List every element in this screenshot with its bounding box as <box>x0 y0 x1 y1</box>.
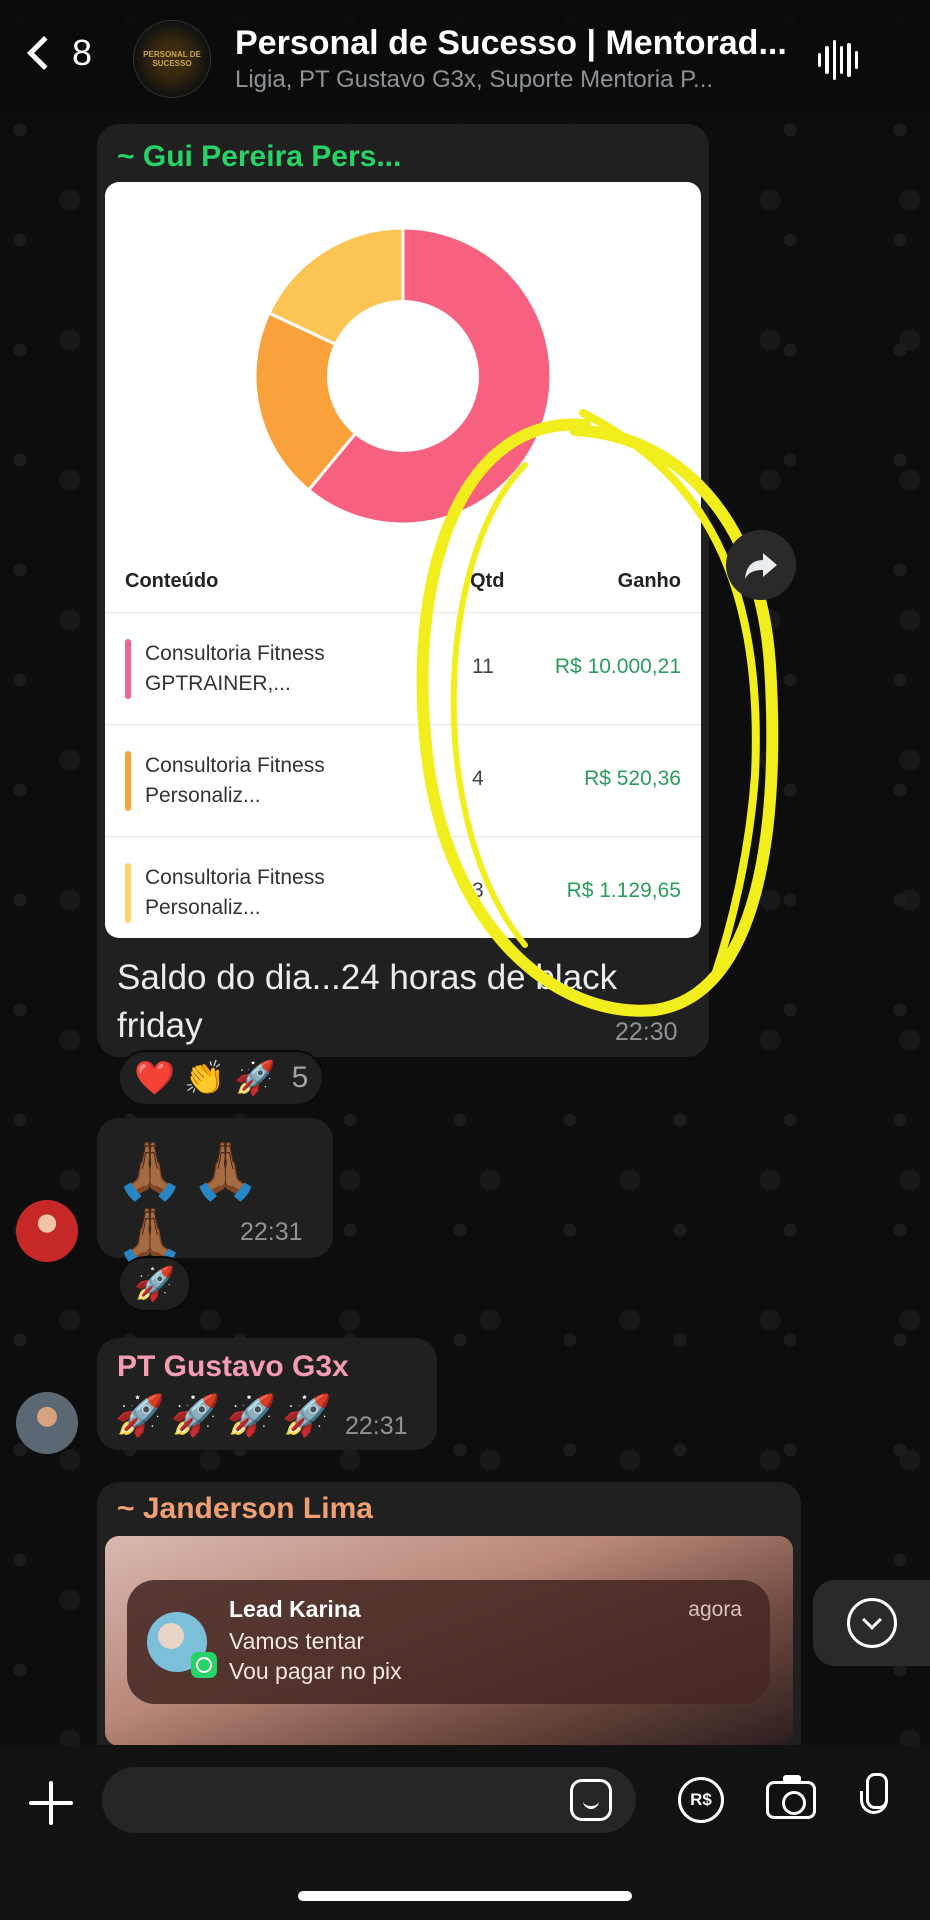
message-bubble[interactable]: 🙏🏾🙏🏾🙏🏾 22:31 <box>97 1118 333 1268</box>
row-color-marker <box>125 751 131 811</box>
group-avatar-logo: PERSONAL DE SUCESSO <box>143 50 201 68</box>
row-color-marker <box>125 639 131 699</box>
camera-icon[interactable] <box>766 1775 816 1819</box>
scroll-to-bottom-button[interactable] <box>813 1580 930 1666</box>
sender-name[interactable]: PT Gustavo G3x <box>117 1350 349 1384</box>
reaction-emojis: ❤️ 👏 🚀 <box>134 1058 276 1096</box>
sender-name[interactable]: ~ Janderson Lima <box>117 1492 373 1526</box>
home-indicator <box>298 1891 632 1901</box>
message-reactions[interactable]: 🚀 <box>118 1256 192 1312</box>
whatsapp-icon <box>191 1652 217 1678</box>
chevron-left-icon <box>27 36 61 70</box>
message-bubble[interactable]: PT Gustavo G3x 🚀🚀🚀🚀 22:31 <box>97 1338 437 1450</box>
reaction-emojis: 🚀 <box>134 1264 176 1302</box>
group-members[interactable]: Ligia, PT Gustavo G3x, Suporte Mentoria … <box>235 66 780 94</box>
avatar[interactable] <box>16 1392 78 1454</box>
row-content: Consultoria Fitness GPTRAINER,... <box>145 642 325 695</box>
message-emoji: 🙏🏾🙏🏾🙏🏾 <box>115 1139 267 1268</box>
notification-line: Vou pagar no pix <box>229 1658 402 1684</box>
group-title[interactable]: Personal de Sucesso | Mentorad... <box>235 24 805 63</box>
voice-chat-icon[interactable] <box>818 38 858 82</box>
forward-icon <box>745 553 777 579</box>
row-color-marker <box>125 863 131 923</box>
notification-title: Lead Karina <box>229 1596 361 1622</box>
forward-button[interactable] <box>726 530 796 600</box>
message-reactions[interactable]: ❤️ 👏 🚀 5 <box>118 1050 325 1106</box>
message-emoji: 🚀🚀🚀🚀 <box>115 1394 339 1438</box>
sticker-icon[interactable] <box>570 1779 612 1821</box>
message-time: 22:31 <box>240 1218 303 1246</box>
row-content: Consultoria Fitness Personaliz... <box>145 866 325 919</box>
notification-line: Vamos tentar <box>229 1628 365 1654</box>
unread-count: 8 <box>72 32 93 73</box>
message-time: 22:31 <box>345 1412 408 1440</box>
header-content: Conteúdo <box>125 570 219 592</box>
row-content: Consultoria Fitness Personaliz... <box>145 754 325 807</box>
message-input[interactable] <box>102 1767 636 1833</box>
payment-icon[interactable]: R$ <box>678 1777 724 1823</box>
sender-name[interactable]: ~ Gui Pereira Pers... <box>117 140 401 174</box>
back-button[interactable]: 8 <box>22 32 92 74</box>
reaction-count: 5 <box>291 1061 309 1094</box>
plus-icon[interactable] <box>29 1781 73 1825</box>
yellow-circle-highlight <box>416 409 779 1017</box>
microphone-icon[interactable] <box>860 1773 888 1827</box>
chat-header: 8 PERSONAL DE SUCESSO Personal de Sucess… <box>0 0 930 110</box>
chevron-down-icon <box>846 1598 897 1648</box>
notification-banner[interactable]: Lead Karina agora Vamos tentar Vou pagar… <box>127 1580 770 1704</box>
notification-time: agora <box>688 1598 742 1621</box>
avatar[interactable] <box>16 1200 78 1262</box>
group-avatar[interactable]: PERSONAL DE SUCESSO <box>133 20 211 98</box>
